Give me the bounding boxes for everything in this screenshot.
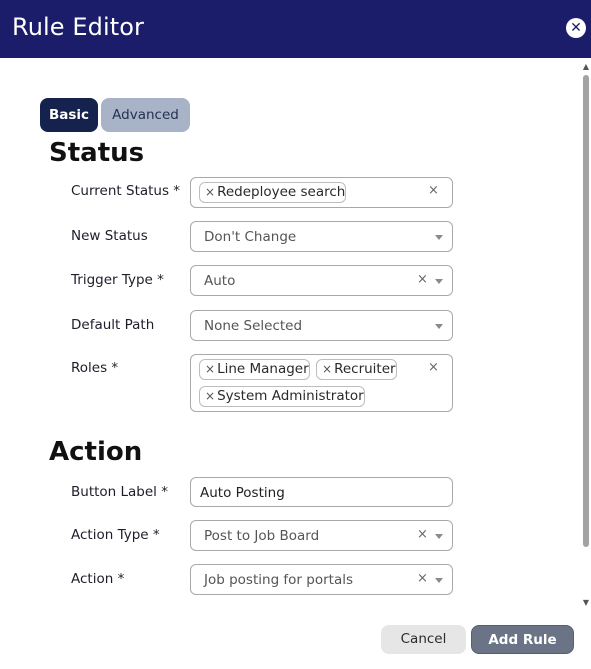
scroll-down-icon[interactable]: ▼ — [581, 598, 591, 608]
clear-icon[interactable]: × — [417, 272, 428, 287]
chip-remove-icon[interactable]: × — [205, 185, 215, 199]
roles-select[interactable]: × Line Manager × Recruiter × System Adminis… — [190, 354, 453, 412]
action-type-value: Post to Job Board — [204, 528, 320, 544]
trigger-type-select[interactable]: Auto × — [190, 265, 453, 296]
chip-remove-icon[interactable]: × — [205, 389, 215, 403]
add-rule-button[interactable]: Add Rule — [471, 625, 574, 654]
rule-editor-modal: Rule Editor ✕ ▲ ▼ Basic Advanced Status … — [0, 0, 591, 669]
action-value: Job posting for portals — [204, 572, 354, 588]
chip-role: × Recruiter — [316, 359, 397, 380]
default-path-select[interactable]: None Selected — [190, 310, 453, 341]
button-label-input[interactable]: Auto Posting — [190, 477, 453, 507]
button-label-label: Button Label * — [71, 484, 168, 500]
chip-label: Line Manager — [217, 361, 309, 377]
modal-title: Rule Editor — [12, 13, 144, 41]
scroll-thumb[interactable] — [583, 75, 589, 547]
tab-basic[interactable]: Basic — [40, 98, 98, 132]
scroll-up-icon[interactable]: ▲ — [581, 62, 591, 72]
cancel-button[interactable]: Cancel — [381, 625, 466, 654]
current-status-select[interactable]: × Redeployee search × — [190, 177, 453, 208]
chip-label: Recruiter — [334, 361, 396, 377]
chip-label: System Administrator — [217, 388, 364, 404]
new-status-label: New Status — [71, 228, 148, 244]
action-type-label: Action Type * — [71, 527, 160, 543]
chip-remove-icon[interactable]: × — [322, 362, 332, 376]
scrollbar[interactable]: ▲ ▼ — [581, 62, 591, 608]
chip-role: × System Administrator — [199, 386, 365, 407]
chevron-down-icon[interactable] — [435, 578, 443, 583]
roles-label: Roles * — [71, 360, 119, 376]
trigger-type-value: Auto — [204, 273, 236, 289]
clear-icon[interactable]: × — [417, 571, 428, 586]
default-path-value: None Selected — [204, 318, 303, 334]
chevron-down-icon[interactable] — [435, 235, 443, 240]
clear-icon[interactable]: × — [428, 183, 439, 198]
new-status-value: Don't Change — [204, 229, 297, 245]
chip-role: × Line Manager — [199, 359, 310, 380]
tab-advanced[interactable]: Advanced — [101, 98, 190, 132]
chip-label: Redeployee search — [217, 184, 346, 200]
chevron-down-icon[interactable] — [435, 324, 443, 329]
chevron-down-icon[interactable] — [435, 534, 443, 539]
clear-icon[interactable]: × — [417, 527, 428, 542]
action-label: Action * — [71, 571, 125, 587]
default-path-label: Default Path — [71, 317, 155, 333]
section-title-action: Action — [49, 437, 143, 467]
new-status-select[interactable]: Don't Change — [190, 221, 453, 252]
action-type-select[interactable]: Post to Job Board × — [190, 520, 453, 551]
action-select[interactable]: Job posting for portals × — [190, 564, 453, 595]
trigger-type-label: Trigger Type * — [71, 272, 164, 288]
modal-header: Rule Editor ✕ — [0, 0, 591, 58]
clear-icon[interactable]: × — [428, 360, 439, 375]
button-label-value: Auto Posting — [200, 485, 285, 501]
current-status-label: Current Status * — [71, 183, 181, 199]
chip-remove-icon[interactable]: × — [205, 362, 215, 376]
chevron-down-icon[interactable] — [435, 279, 443, 284]
close-icon[interactable]: ✕ — [566, 18, 586, 38]
chip-current-status: × Redeployee search — [199, 182, 347, 203]
section-title-status: Status — [49, 138, 145, 168]
